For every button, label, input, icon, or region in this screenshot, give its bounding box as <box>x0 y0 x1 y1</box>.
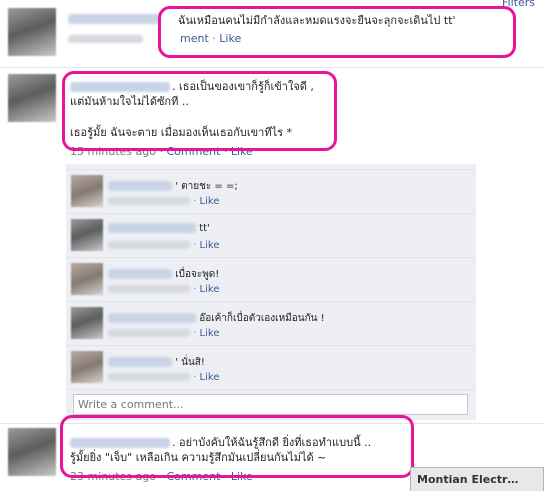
comment-timestamp[interactable] <box>108 241 190 249</box>
comment-text: ' ตายชะ = =; <box>175 181 238 192</box>
comment-item: เบื่อจะพูด! · Like <box>66 257 476 301</box>
comment-author-name[interactable] <box>108 269 172 279</box>
avatar[interactable] <box>71 351 103 383</box>
comment-text-row: tt' <box>108 223 210 234</box>
chat-tab-label[interactable]: Montian Electr… <box>417 473 518 486</box>
comment-author-name[interactable] <box>108 313 196 323</box>
comment-item: ' นั่นสิ! · Like <box>66 345 476 389</box>
like-link[interactable]: Like <box>200 328 220 339</box>
comment-meta: · Like <box>108 372 219 383</box>
comment-text: เบื่อจะพูด! <box>175 269 220 280</box>
comment-timestamp[interactable] <box>108 373 190 381</box>
comment-timestamp[interactable] <box>108 197 190 205</box>
like-link[interactable]: Like <box>200 196 220 207</box>
avatar[interactable] <box>8 8 56 56</box>
like-link[interactable]: Like <box>200 372 220 383</box>
comment-input[interactable] <box>73 394 468 415</box>
comment-meta: · Like <box>108 328 219 339</box>
comment-timestamp[interactable] <box>108 329 190 337</box>
post-timestamp[interactable] <box>68 35 143 43</box>
avatar[interactable] <box>71 307 103 339</box>
comment-timestamp[interactable] <box>108 285 190 293</box>
comment-item: tt' · Like <box>66 213 476 257</box>
comment-meta: · Like <box>108 284 219 295</box>
like-link[interactable]: Like <box>200 284 220 295</box>
highlight-annotation <box>62 71 337 151</box>
chat-tab[interactable]: Montian Electr… <box>410 467 544 491</box>
comment-text-row: เบื่อจะพูด! <box>108 267 219 282</box>
avatar[interactable] <box>8 74 56 122</box>
avatar[interactable] <box>71 263 103 295</box>
comment-author-name[interactable] <box>108 223 196 233</box>
avatar[interactable] <box>71 219 103 251</box>
highlight-annotation <box>60 415 414 478</box>
avatar[interactable] <box>8 428 56 476</box>
highlight-annotation <box>158 6 516 58</box>
comment-text: อ๊อเค้าก็เบื่อตัวเองเหมือนกัน ! <box>199 313 325 324</box>
comment-item: ' ตายชะ = =; · Like <box>66 169 476 213</box>
comment-meta: · Like <box>108 240 219 251</box>
post-author-name[interactable] <box>68 12 160 25</box>
comment-author-name[interactable] <box>108 181 172 191</box>
comments-section: ' ตายชะ = =; · Like tt' · Like เบื่อจะพู… <box>66 164 476 420</box>
comment-text-row: ' ตายชะ = =; <box>108 179 238 194</box>
like-link[interactable]: Like <box>200 240 220 251</box>
post-divider <box>0 67 544 68</box>
comment-item: อ๊อเค้าก็เบื่อตัวเองเหมือนกัน ! · Like <box>66 301 476 345</box>
avatar[interactable] <box>71 175 103 207</box>
comment-author-name[interactable] <box>108 357 172 367</box>
comment-text-row: ' นั่นสิ! <box>108 355 205 370</box>
comment-meta: · Like <box>108 196 219 207</box>
comment-text: ' นั่นสิ! <box>175 357 205 368</box>
comment-text-row: อ๊อเค้าก็เบื่อตัวเองเหมือนกัน ! <box>108 311 325 326</box>
comment-text: tt' <box>199 223 210 234</box>
